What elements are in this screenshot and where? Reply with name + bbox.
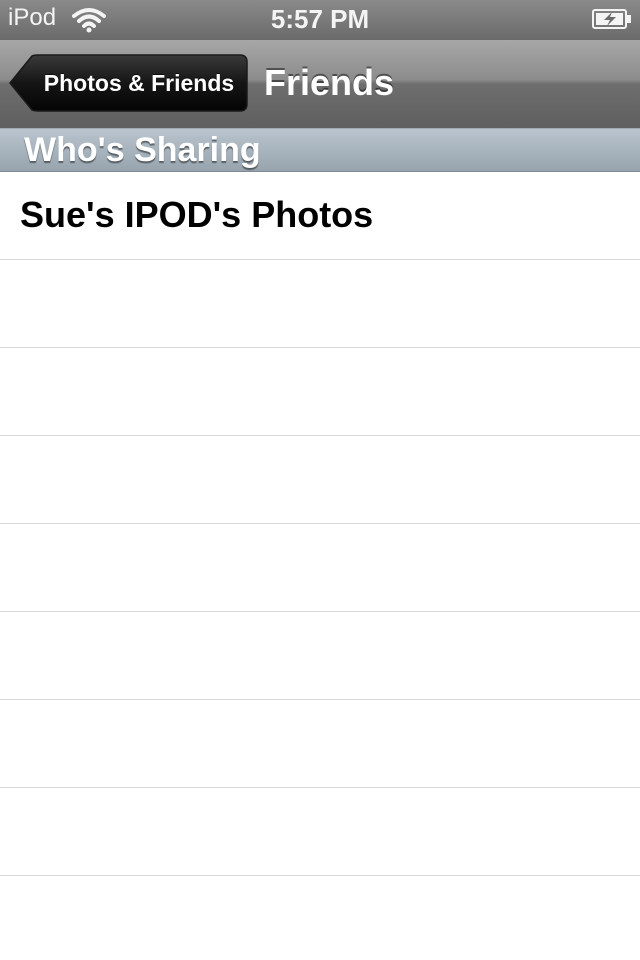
page-title: Friends <box>264 62 395 103</box>
list-item-empty <box>0 788 640 876</box>
list-item-empty <box>0 700 640 788</box>
list-item-empty <box>0 524 640 612</box>
battery-charging-icon <box>592 9 632 29</box>
friends-list: Sue's IPOD's Photos <box>0 172 640 876</box>
status-time: 5:57 PM <box>270 4 370 34</box>
list-item-empty <box>0 436 640 524</box>
screen: iPod 5:57 PM Photos & Friends Friends Wh… <box>0 0 640 960</box>
back-button[interactable]: Photos & Friends <box>8 54 248 112</box>
navigation-bar: Photos & Friends Friends <box>0 40 640 129</box>
section-title: Who's Sharing <box>24 131 261 169</box>
list-item-empty <box>0 612 640 700</box>
status-bar: iPod 5:57 PM <box>0 0 640 40</box>
list-item-empty <box>0 348 640 436</box>
list-item-label: Sue's IPOD's Photos <box>20 194 374 235</box>
section-header: Who's Sharing <box>0 128 640 172</box>
list-item[interactable]: Sue's IPOD's Photos <box>0 172 640 260</box>
list-item-empty <box>0 260 640 348</box>
back-button-label: Photos & Friends <box>43 70 235 96</box>
